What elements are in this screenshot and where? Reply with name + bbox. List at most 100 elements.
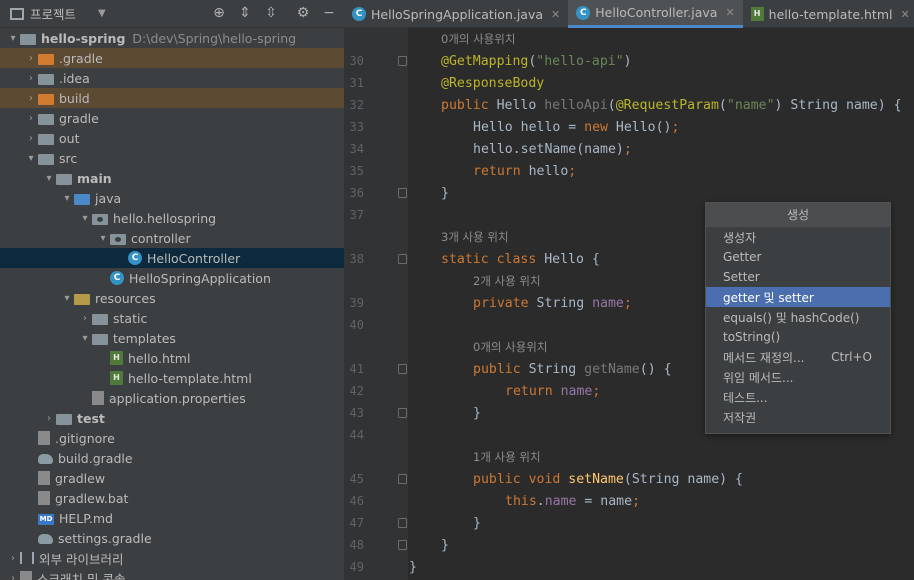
resources-folder-icon [74, 293, 90, 305]
tree-item[interactable]: › .gradle [0, 48, 344, 68]
tree-item[interactable]: ▾ controller [0, 228, 344, 248]
tree-item[interactable]: ▾ resources [0, 288, 344, 308]
generate-menu-item[interactable]: 위임 메서드... [706, 367, 890, 387]
tree-item[interactable]: › test [0, 408, 344, 428]
line-number: 34 [349, 142, 364, 156]
tree-item[interactable]: build.gradle [0, 448, 344, 468]
line-number: 37 [349, 208, 364, 222]
fold-marker-icon[interactable] [398, 364, 407, 374]
tree-item[interactable]: › gradle [0, 108, 344, 128]
chevron-down-icon[interactable]: ▾ [96, 233, 110, 244]
fold-marker-icon[interactable] [398, 56, 407, 66]
generate-menu-item[interactable]: Getter [706, 247, 890, 267]
chevron-down-icon[interactable]: ▾ [60, 293, 74, 304]
code-text: @ResponseBody [441, 75, 545, 91]
module-icon [20, 33, 36, 45]
folder-icon [38, 153, 54, 165]
expand-all-icon[interactable]: ⇕ [236, 4, 254, 22]
module-path: D:\dev\Spring\hello-spring [132, 30, 297, 46]
file-icon [38, 431, 50, 445]
chevron-right-icon[interactable]: › [6, 573, 20, 580]
tree-item[interactable]: ▾ hello.hellospring [0, 208, 344, 228]
fold-marker-icon[interactable] [398, 254, 407, 264]
usages-hint[interactable]: 3개 사용 위치 [441, 229, 509, 245]
tree-item[interactable]: › 외부 라이브러리 [0, 548, 344, 568]
generate-menu-item[interactable]: equals() 및 hashCode() [706, 307, 890, 327]
chevron-down-icon[interactable]: ▾ [42, 173, 56, 184]
tree-item[interactable]: Hhello.html [0, 348, 344, 368]
generate-menu-item[interactable]: Setter [706, 267, 890, 287]
minimize-icon[interactable]: − [320, 4, 338, 22]
tree-item-label: templates [113, 330, 176, 346]
generate-menu-item[interactable]: 생성자 [706, 227, 890, 247]
chevron-right-icon[interactable]: › [6, 553, 20, 564]
tree-item[interactable]: gradlew.bat [0, 488, 344, 508]
tree-item[interactable]: ▾ java [0, 188, 344, 208]
code-text: private String name; [473, 295, 632, 311]
chevron-right-icon[interactable]: › [78, 313, 92, 324]
locate-icon[interactable]: ⊕ [210, 4, 228, 22]
tree-item[interactable]: C HelloSpringApplication [0, 268, 344, 288]
tree-item[interactable]: ▾ main [0, 168, 344, 188]
chevron-right-icon[interactable]: › [24, 53, 38, 64]
fold-marker-icon[interactable] [398, 540, 407, 550]
editor-tab[interactable]: C HelloController.java ✕ [568, 0, 743, 28]
chevron-right-icon[interactable]: › [24, 73, 38, 84]
fold-marker-icon[interactable] [398, 408, 407, 418]
editor-tab[interactable]: Hhello-template.html ✕ [743, 0, 914, 28]
tree-item[interactable]: .gitignore [0, 428, 344, 448]
close-icon[interactable]: ✕ [900, 8, 909, 21]
gear-icon[interactable]: ⚙ [294, 4, 312, 22]
tree-item-label: gradlew [55, 470, 106, 486]
usages-hint[interactable]: 0개의 사용위치 [441, 31, 515, 47]
tree-item[interactable]: gradlew [0, 468, 344, 488]
usages-hint[interactable]: 0개의 사용위치 [473, 339, 547, 355]
project-title[interactable]: 프로젝트 [30, 4, 76, 23]
project-view-icon[interactable] [10, 7, 24, 20]
tree-item-label: build [59, 90, 90, 106]
tree-item[interactable]: ▾ templates [0, 328, 344, 348]
chevron-right-icon[interactable]: › [24, 93, 38, 104]
generate-menu-item[interactable]: 테스트... [706, 387, 890, 407]
tree-item[interactable]: settings.gradle [0, 528, 344, 548]
tree-item[interactable]: › static [0, 308, 344, 328]
generate-menu-item[interactable]: 저작권 [706, 407, 890, 427]
tree-item-label: hello-template.html [128, 370, 252, 386]
generate-menu-item[interactable]: toString() [706, 327, 890, 347]
generate-menu-item[interactable]: 메서드 재정의... Ctrl+O [706, 347, 890, 367]
tree-item[interactable]: MD HELP.md [0, 508, 344, 528]
usages-hint[interactable]: 1개 사용 위치 [473, 449, 541, 465]
chevron-down-icon[interactable]: ▾ [78, 333, 92, 344]
tree-item[interactable]: › 스크래치 및 콘솔 [0, 568, 344, 580]
chevron-down-icon[interactable]: ▼ [98, 8, 106, 19]
project-header: 프로젝트 ▼ ⊕ ⇕ ⇳ ⚙ − [0, 0, 344, 28]
chevron-right-icon[interactable]: › [24, 113, 38, 124]
tree-item-label: static [113, 310, 148, 326]
fold-marker-icon[interactable] [398, 188, 407, 198]
fold-marker-icon[interactable] [398, 518, 407, 528]
close-icon[interactable]: ✕ [725, 6, 734, 19]
tree-item[interactable]: › out [0, 128, 344, 148]
tree-item[interactable]: › build [0, 88, 344, 108]
fold-marker-icon[interactable] [398, 474, 407, 484]
tree-item[interactable]: application.properties [0, 388, 344, 408]
chevron-down-icon[interactable]: ▾ [6, 33, 20, 44]
tree-item[interactable]: › .idea [0, 68, 344, 88]
close-icon[interactable]: ✕ [551, 8, 560, 21]
tree-item[interactable]: C HelloController [0, 248, 344, 268]
usages-hint[interactable]: 2개 사용 위치 [473, 273, 541, 289]
chevron-down-icon[interactable]: ▾ [60, 193, 74, 204]
file-icon [92, 391, 104, 405]
tree-item[interactable]: ▾ hello-spring D:\dev\Spring\hello-spring [0, 28, 344, 48]
tab-label: HelloController.java [595, 5, 718, 20]
editor-tab[interactable]: C HelloSpringApplication.java ✕ [344, 0, 568, 28]
tree-item[interactable]: ▾ src [0, 148, 344, 168]
generate-menu-item[interactable]: getter 및 setter [706, 287, 890, 307]
code-hint-row: 1개 사용 위치 [344, 446, 914, 468]
tree-item[interactable]: Hhello-template.html [0, 368, 344, 388]
chevron-down-icon[interactable]: ▾ [24, 153, 38, 164]
chevron-down-icon[interactable]: ▾ [78, 213, 92, 224]
chevron-right-icon[interactable]: › [42, 413, 56, 424]
chevron-right-icon[interactable]: › [24, 133, 38, 144]
collapse-all-icon[interactable]: ⇳ [262, 4, 280, 22]
